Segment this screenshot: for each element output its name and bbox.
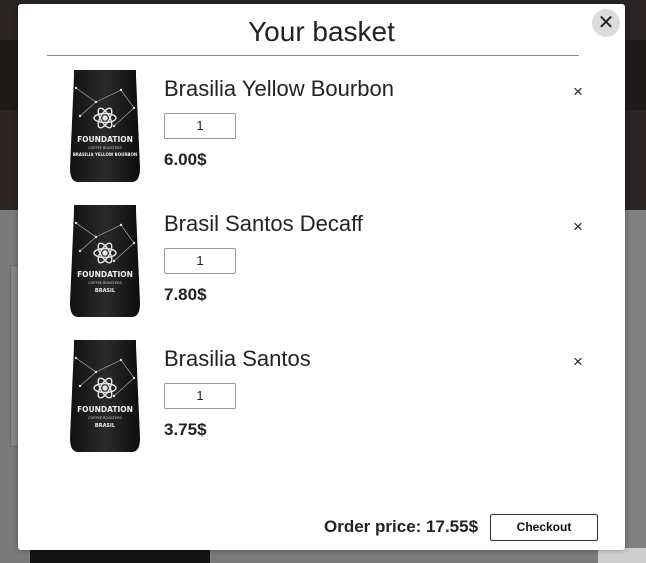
title-divider [47, 55, 579, 56]
remove-item-button[interactable]: × [573, 352, 583, 372]
close-icon: × [573, 82, 583, 101]
coffee-pack-image: FOUNDATION COFFEE ROASTERS BRASILIA YELL… [70, 70, 140, 182]
basket-item: FOUNDATION COFFEE ROASTERS BRASIL Brasil… [18, 203, 625, 333]
close-icon: × [573, 217, 583, 236]
item-name: Brasilia Santos [164, 346, 311, 371]
remove-item-button[interactable]: × [573, 217, 583, 237]
backdrop-footer [30, 548, 210, 563]
close-icon: ✕ [597, 12, 615, 34]
basket-modal: Your basket ✕ FOUNDATION COFFEE ROASTERS… [18, 4, 625, 550]
svg-text:COFFEE ROASTERS: COFFEE ROASTERS [88, 281, 122, 285]
backdrop-corner [598, 548, 646, 563]
item-name: Brasil Santos Decaff [164, 211, 363, 236]
item-name: Brasilia Yellow Bourbon [164, 76, 394, 101]
modal-title: Your basket [248, 16, 395, 47]
coffee-pack-image: FOUNDATION COFFEE ROASTERS BRASIL [70, 205, 140, 317]
basket-item: FOUNDATION COFFEE ROASTERS BRASIL Brasil… [18, 338, 625, 468]
coffee-pack-image: FOUNDATION COFFEE ROASTERS BRASIL [70, 340, 140, 452]
pack-brand-text: FOUNDATION [77, 405, 133, 414]
svg-text:COFFEE ROASTERS: COFFEE ROASTERS [88, 146, 122, 150]
svg-text:COFFEE ROASTERS: COFFEE ROASTERS [88, 416, 122, 420]
svg-text:BRASILIA YELLOW BOURBON: BRASILIA YELLOW BOURBON [73, 152, 137, 157]
backdrop-side [625, 210, 646, 563]
quantity-input[interactable] [164, 113, 236, 139]
item-price: 3.75$ [164, 420, 207, 439]
close-button[interactable]: ✕ [592, 9, 620, 37]
remove-item-button[interactable]: × [573, 82, 583, 102]
quantity-input[interactable] [164, 248, 236, 274]
basket-item: FOUNDATION COFFEE ROASTERS BRASILIA YELL… [18, 68, 625, 198]
svg-text:BRASIL: BRASIL [95, 423, 116, 429]
item-price: 6.00$ [164, 150, 207, 169]
close-icon: × [573, 352, 583, 371]
item-price: 7.80$ [164, 285, 207, 304]
checkout-button[interactable]: Checkout [490, 514, 598, 541]
pack-brand-text: FOUNDATION [77, 135, 133, 144]
svg-text:BRASIL: BRASIL [95, 288, 116, 294]
quantity-input[interactable] [164, 383, 236, 409]
pack-brand-text: FOUNDATION [77, 270, 133, 279]
order-price: Order price: 17.55$ [324, 517, 479, 536]
